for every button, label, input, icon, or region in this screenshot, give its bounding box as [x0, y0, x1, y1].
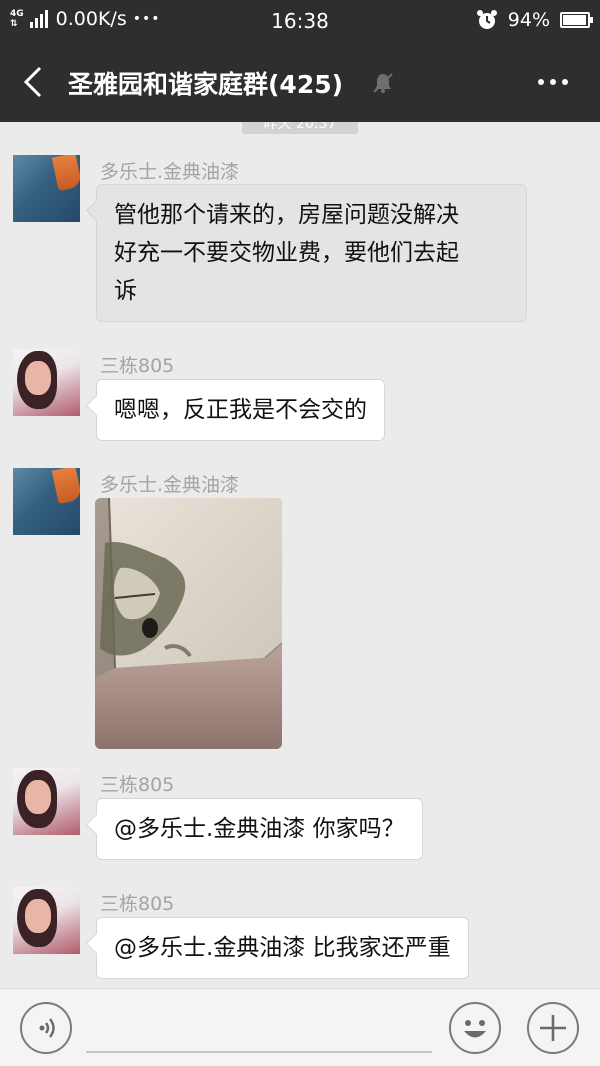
sender-name: 多乐士.金典油漆 [100, 474, 240, 496]
message-bubble[interactable]: @多乐士.金典油漆 比我家还严重 [96, 917, 469, 979]
chat-header: 圣雅园和谐家庭群(425) [0, 42, 600, 122]
message-list[interactable]: 昨天 20:37 多乐士.金典油漆 管他那个请来的，房屋问题没解决 好充一不要交… [0, 122, 600, 988]
message-text: @多乐士.金典油漆 你家吗？ [114, 816, 405, 842]
avatar[interactable] [13, 768, 80, 835]
avatar[interactable] [13, 155, 80, 222]
sender-name: 多乐士.金典油漆 [100, 161, 240, 183]
message-text-line: 好充一不要交物业费，要他们去起 [114, 240, 459, 266]
sender-name: 三栋805 [100, 893, 175, 915]
avatar[interactable] [13, 468, 80, 535]
alarm-icon [476, 10, 497, 29]
emoji-icon[interactable] [449, 1002, 501, 1054]
battery-icon [560, 12, 593, 28]
message-bubble[interactable]: 嗯嗯，反正我是不会交的 [96, 379, 385, 441]
input-bar [0, 988, 600, 1066]
plus-icon[interactable] [527, 1002, 579, 1054]
chat-title: 圣雅园和谐家庭群(425) [68, 70, 344, 99]
message-text-line: 诉 [114, 278, 137, 304]
back-arrow-icon[interactable] [20, 64, 48, 100]
message-text: @多乐士.金典油漆 比我家还严重 [114, 935, 451, 961]
mute-bell-icon [373, 73, 393, 93]
sender-name: 三栋805 [100, 774, 175, 796]
battery-percent: 94% [507, 9, 550, 31]
message-input[interactable] [86, 1051, 432, 1053]
voice-icon[interactable] [20, 1002, 72, 1054]
sender-name: 三栋805 [100, 355, 175, 377]
message-bubble[interactable]: 管他那个请来的，房屋问题没解决 好充一不要交物业费，要他们去起 诉 [96, 184, 527, 322]
avatar[interactable] [13, 887, 80, 954]
message-text: 嗯嗯，反正我是不会交的 [114, 397, 367, 423]
more-options-icon[interactable] [536, 72, 570, 92]
message-text-line: 管他那个请来的，房屋问题没解决 [114, 202, 459, 228]
message-bubble[interactable]: @多乐士.金典油漆 你家吗？ [96, 798, 423, 860]
mold-ceiling-photo [95, 498, 282, 749]
status-bar: 4G ⇅ 0.00K/s ••• 16:38 94% [0, 0, 600, 42]
message-image[interactable] [95, 498, 282, 749]
time-separator: 昨天 20:37 [242, 122, 358, 134]
avatar[interactable] [13, 349, 80, 416]
